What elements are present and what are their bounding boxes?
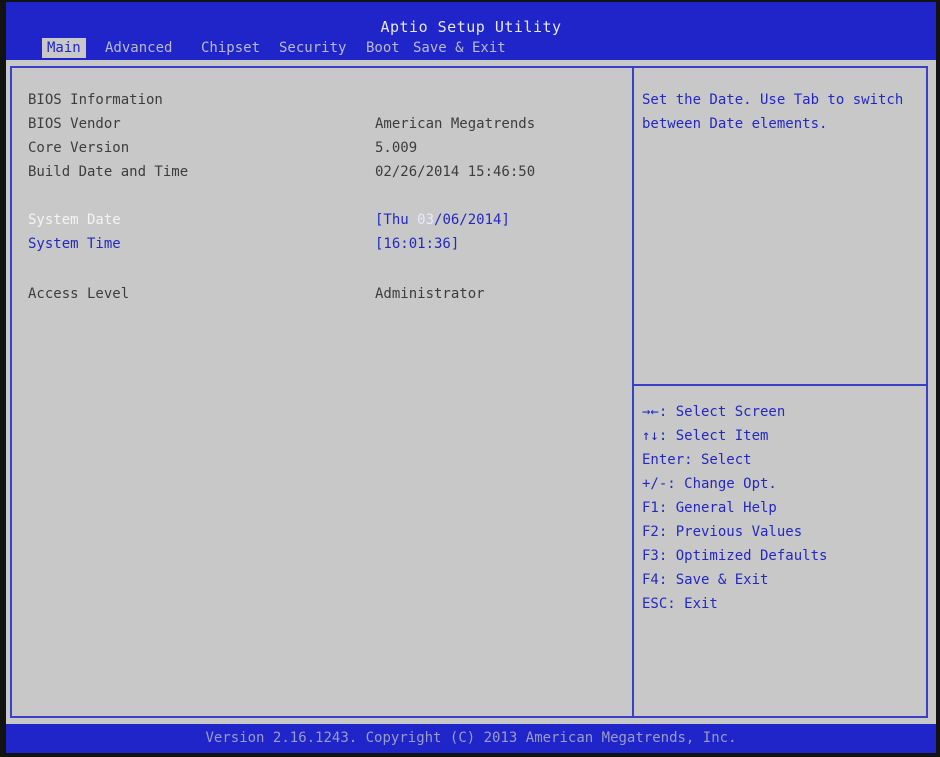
key-previous-values: F2: Previous Values: [642, 524, 803, 540]
system-time-label[interactable]: System Time: [28, 234, 121, 254]
footer-copyright: Version 2.16.1243. Copyright (C) 2013 Am…: [205, 730, 737, 746]
date-rest: /06/2014]: [434, 212, 510, 228]
help-description: Set the Date. Use Tab to switch between …: [642, 92, 904, 132]
header-bar: Aptio Setup Utility Main Advanced Chipse…: [6, 2, 936, 60]
key-change-opt: +/-: Change Opt.: [642, 476, 777, 492]
key-select-item: ↑↓: Select Item: [642, 428, 769, 444]
main-panel: BIOS Information BIOS Vendor American Me…: [10, 66, 928, 718]
key-enter-select: Enter: Select: [642, 452, 752, 468]
tab-main[interactable]: Main: [42, 38, 86, 58]
bios-info-title: BIOS Information: [28, 92, 163, 108]
tab-boot[interactable]: Boot: [361, 38, 405, 58]
bios-screen: Aptio Setup Utility Main Advanced Chipse…: [6, 2, 936, 753]
access-level-value: Administrator: [375, 286, 485, 302]
tab-security[interactable]: Security: [274, 38, 351, 58]
build-date-value: 02/26/2014 15:46:50: [375, 164, 536, 180]
date-prefix: [Thu: [375, 212, 418, 228]
system-time-value[interactable]: [16:01:36]: [375, 234, 459, 254]
key-legend: →←: Select Screen ↑↓: Select Item Enter:…: [642, 400, 827, 616]
core-version-label: Core Version: [28, 140, 130, 156]
core-version-value: 5.009: [375, 140, 418, 156]
tab-save-exit[interactable]: Save & Exit: [408, 38, 511, 58]
date-month-field[interactable]: 03: [417, 212, 434, 228]
key-general-help: F1: General Help: [642, 500, 777, 516]
tab-chipset[interactable]: Chipset: [196, 38, 265, 58]
bios-vendor-label: BIOS Vendor: [28, 116, 121, 132]
key-optimized-defaults: F3: Optimized Defaults: [642, 548, 828, 564]
build-date-label: Build Date and Time: [28, 164, 189, 180]
vertical-divider: [632, 68, 634, 716]
key-esc-exit: ESC: Exit: [642, 596, 718, 612]
help-divider: [634, 384, 926, 386]
system-date-label[interactable]: System Date: [28, 210, 121, 230]
app-title: Aptio Setup Utility: [380, 18, 562, 36]
key-save-exit: F4: Save & Exit: [642, 572, 769, 588]
bios-vendor-value: American Megatrends: [375, 116, 536, 132]
footer-bar: Version 2.16.1243. Copyright (C) 2013 Am…: [6, 724, 936, 753]
tab-advanced[interactable]: Advanced: [100, 38, 177, 58]
system-date-value[interactable]: [Thu 03/06/2014]: [375, 210, 510, 230]
key-select-screen: →←: Select Screen: [642, 404, 786, 420]
access-level-label: Access Level: [28, 286, 130, 302]
